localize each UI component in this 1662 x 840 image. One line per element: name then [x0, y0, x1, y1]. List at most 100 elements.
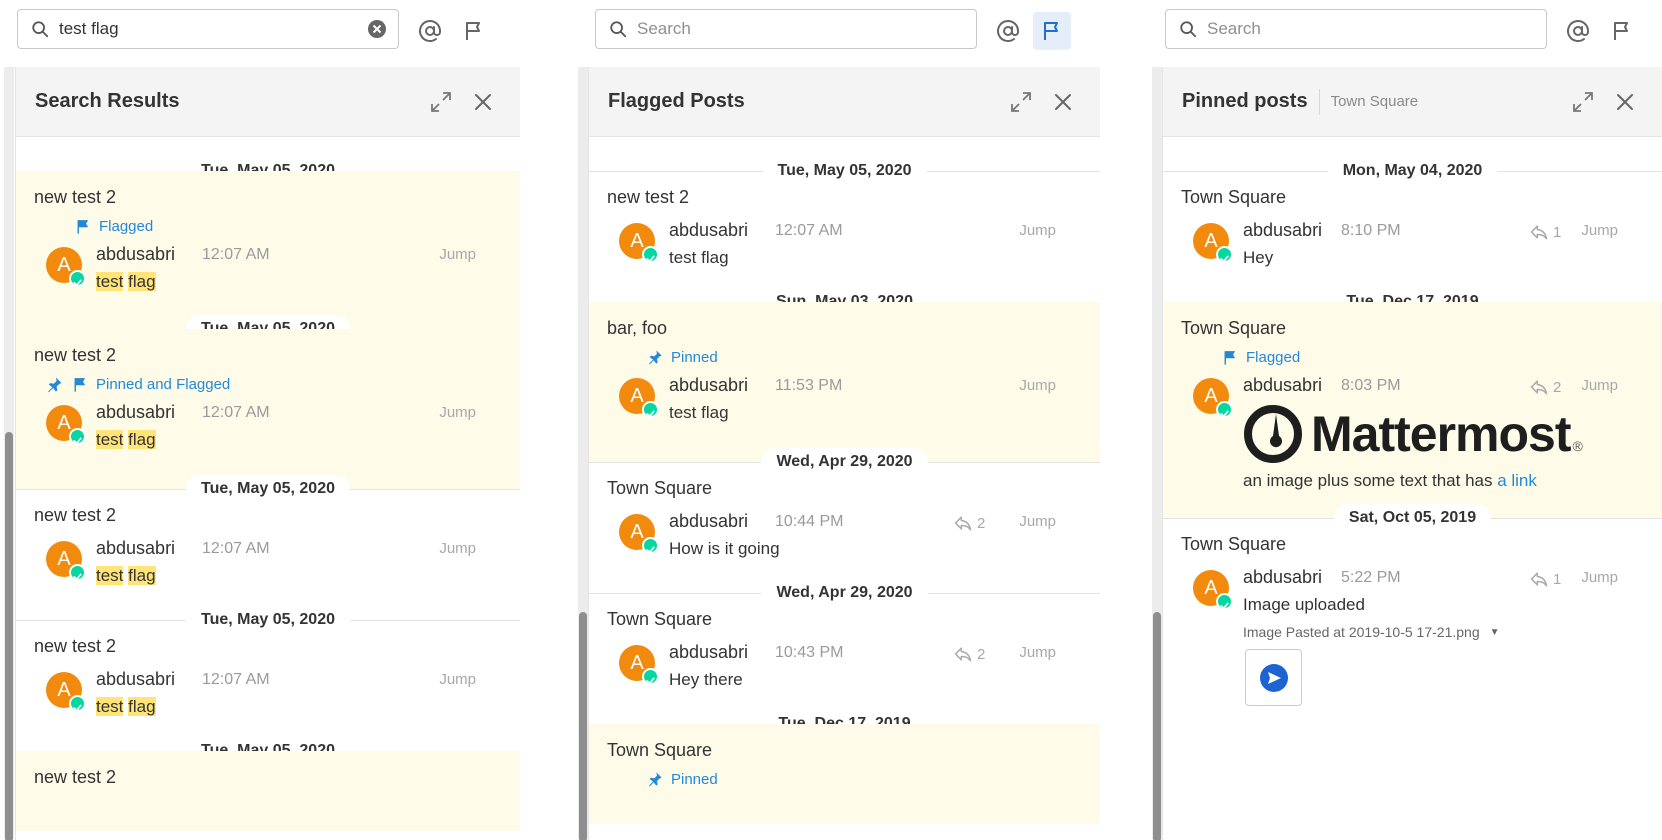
search-box[interactable]: Search: [1165, 9, 1547, 49]
flagged-posts-button[interactable]: [1603, 12, 1641, 50]
avatar[interactable]: A: [46, 541, 86, 581]
reply-count[interactable]: 1: [1529, 222, 1561, 242]
jump-link[interactable]: Jump: [1019, 222, 1056, 239]
username[interactable]: abdusabri: [96, 669, 175, 690]
avatar[interactable]: A: [619, 514, 659, 554]
reply-icon: [1529, 377, 1549, 397]
channel-name[interactable]: Town Square: [607, 476, 1082, 500]
post-time[interactable]: 10:44 PM: [775, 513, 843, 531]
channel-name[interactable]: Town Square: [607, 738, 1082, 762]
username[interactable]: abdusabri: [96, 538, 175, 559]
scrollbar-thumb[interactable]: [1153, 612, 1161, 840]
search-input[interactable]: Search: [1207, 19, 1546, 39]
search-input[interactable]: test flag: [59, 19, 367, 39]
channel-name[interactable]: Town Square: [607, 607, 1082, 631]
post-time[interactable]: 12:07 AM: [202, 246, 270, 264]
avatar[interactable]: A: [619, 378, 659, 418]
jump-link[interactable]: Jump: [1019, 644, 1056, 661]
avatar[interactable]: A: [619, 223, 659, 263]
username[interactable]: abdusabri: [1243, 567, 1322, 588]
close-icon[interactable]: [1051, 90, 1075, 114]
post-time[interactable]: 8:10 PM: [1341, 222, 1401, 240]
scrollbar[interactable]: [4, 67, 14, 840]
reply-count[interactable]: 1: [1529, 569, 1561, 589]
close-icon[interactable]: [471, 90, 495, 114]
flag-icon: [462, 19, 486, 43]
username[interactable]: abdusabri: [669, 511, 748, 532]
jump-link[interactable]: Jump: [439, 671, 476, 688]
avatar[interactable]: A: [46, 247, 86, 287]
search-item[interactable]: Town Square Pinned: [589, 724, 1100, 824]
channel-name[interactable]: Town Square: [1181, 185, 1644, 209]
post-time[interactable]: 12:07 AM: [202, 671, 270, 689]
recent-mentions-button[interactable]: [411, 12, 449, 50]
date-separator: Tue, May 05, 2020: [16, 717, 520, 765]
username[interactable]: abdusabri: [96, 244, 175, 265]
post-time[interactable]: 10:43 PM: [775, 644, 843, 662]
channel-name[interactable]: new test 2: [34, 765, 502, 789]
jump-link[interactable]: Jump: [1581, 222, 1618, 239]
search-box[interactable]: Search: [595, 9, 977, 49]
attachment-toggle[interactable]: Image Pasted at 2019-10-5 17-21.png ▼: [1243, 624, 1500, 640]
search-item[interactable]: new test 2: [16, 751, 520, 831]
username[interactable]: abdusabri: [1243, 375, 1322, 396]
avatar[interactable]: A: [619, 645, 659, 685]
flag-icon: [1610, 19, 1634, 43]
post-time[interactable]: 5:22 PM: [1341, 569, 1401, 587]
flagged-posts-button[interactable]: [455, 12, 493, 50]
channel-name[interactable]: new test 2: [34, 503, 502, 527]
search-input[interactable]: Search: [637, 19, 976, 39]
scrollbar-thumb[interactable]: [579, 612, 587, 840]
jump-link[interactable]: Jump: [1019, 377, 1056, 394]
post-time[interactable]: 8:03 PM: [1341, 377, 1401, 395]
channel-name[interactable]: Town Square: [1181, 316, 1644, 340]
expand-icon[interactable]: [1009, 90, 1033, 114]
flagged-posts-button[interactable]: [1033, 12, 1071, 50]
channel-name[interactable]: new test 2: [607, 185, 1082, 209]
channel-name[interactable]: Town Square: [1181, 532, 1644, 556]
channel-name[interactable]: new test 2: [34, 343, 502, 367]
post-time[interactable]: 12:07 AM: [202, 540, 270, 558]
scrollbar[interactable]: [1152, 67, 1162, 840]
reply-count[interactable]: 2: [953, 513, 985, 533]
channel-name[interactable]: bar, foo: [607, 316, 1082, 340]
image-thumbnail[interactable]: [1245, 649, 1302, 706]
username[interactable]: abdusabri: [669, 375, 748, 396]
mattermost-logo-image[interactable]: Mattermost ®: [1243, 404, 1583, 464]
avatar[interactable]: A: [1193, 223, 1233, 263]
pinned-posts-panel: Pinned posts Town Square Mon, May 04, 20…: [1162, 67, 1662, 840]
jump-link[interactable]: Jump: [439, 404, 476, 421]
recent-mentions-button[interactable]: [1559, 12, 1597, 50]
recent-mentions-button[interactable]: [989, 12, 1027, 50]
post-list: Tue, May 05, 2020 new test 2 A abdusabri…: [589, 137, 1100, 824]
post-time[interactable]: 11:53 PM: [775, 377, 842, 395]
clear-search-icon[interactable]: [367, 19, 387, 39]
close-icon[interactable]: [1613, 90, 1637, 114]
avatar[interactable]: A: [1193, 378, 1233, 418]
scrollbar[interactable]: [578, 67, 588, 840]
avatar[interactable]: A: [1193, 570, 1233, 610]
username[interactable]: abdusabri: [96, 402, 175, 423]
jump-link[interactable]: Jump: [439, 540, 476, 557]
username[interactable]: abdusabri: [669, 220, 748, 241]
jump-link[interactable]: Jump: [439, 246, 476, 263]
expand-icon[interactable]: [1571, 90, 1595, 114]
reply-count[interactable]: 2: [1529, 377, 1561, 397]
reply-count[interactable]: 2: [953, 644, 985, 664]
scrollbar-thumb[interactable]: [5, 432, 13, 840]
username[interactable]: abdusabri: [669, 642, 748, 663]
username[interactable]: abdusabri: [1243, 220, 1322, 241]
jump-link[interactable]: Jump: [1581, 569, 1618, 586]
channel-name[interactable]: new test 2: [34, 634, 502, 658]
post-time[interactable]: 12:07 AM: [202, 404, 270, 422]
expand-icon[interactable]: [429, 90, 453, 114]
avatar[interactable]: A: [46, 672, 86, 712]
search-item[interactable]: Town Square A abdusabri 5:22 PM 1 Jump I…: [1163, 518, 1662, 768]
jump-link[interactable]: Jump: [1581, 377, 1618, 394]
avatar[interactable]: A: [46, 405, 86, 445]
jump-link[interactable]: Jump: [1019, 513, 1056, 530]
search-box[interactable]: test flag: [17, 9, 399, 49]
at-icon: [418, 19, 442, 43]
post-time[interactable]: 12:07 AM: [775, 222, 843, 240]
channel-name[interactable]: new test 2: [34, 185, 502, 209]
